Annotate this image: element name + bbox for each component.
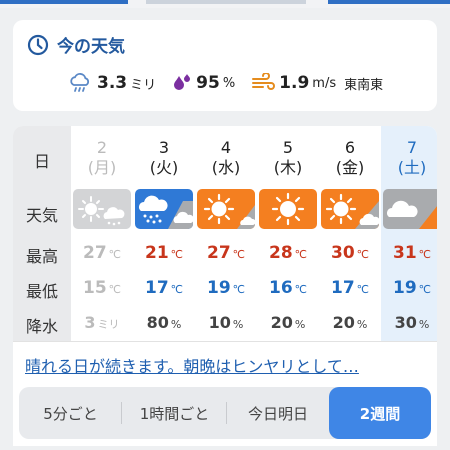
forecast-day-column[interactable]: 4 (水) 27 ℃ 19 ℃ 10%	[195, 126, 257, 341]
rain-then-cloud-icon	[135, 189, 193, 229]
sun-rain-icon	[73, 189, 131, 229]
low-temp: 16 ℃	[268, 278, 308, 298]
indicator-segment	[146, 0, 306, 4]
cloud-then-sun-icon	[383, 189, 437, 229]
humidity-value: 95	[196, 73, 220, 93]
indicator-segment	[0, 0, 128, 4]
day-weekday: (月)	[87, 158, 117, 177]
low-temp: 19 ℃	[206, 278, 246, 298]
forecast-day-column[interactable]: 5 (木) 28 ℃ 16 ℃ 20%	[257, 126, 319, 341]
rain-chance: 80%	[146, 313, 182, 332]
sun-icon	[259, 189, 317, 229]
sun-then-cloud-icon	[321, 189, 379, 229]
forecast-day-column[interactable]: 7 (土) 31 ℃ 19 ℃ 30%	[381, 126, 437, 341]
current-weather-title: 今の天気	[27, 32, 125, 57]
forecast-day-column[interactable]: 2 (月) 27 ℃ 15 ℃ 3 ミリ	[71, 126, 133, 341]
tab-today-tomorrow[interactable]: 今日明日	[227, 387, 329, 439]
precip-unit: ミリ	[130, 77, 157, 93]
current-weather-card[interactable]: 今の天気 3.3 ミリ 95 % 1.9 m/s 東南東	[13, 20, 437, 111]
high-temp: 21 ℃	[144, 243, 184, 263]
divider	[13, 341, 437, 342]
high-temp: 27 ℃	[206, 243, 246, 263]
wind-speed-value: 1.9	[279, 73, 310, 93]
humidity-unit: %	[222, 75, 236, 91]
label-low: 最低	[25, 282, 58, 301]
forecast-day-column[interactable]: 6 (金) 30 ℃ 17 ℃ 20%	[319, 126, 381, 341]
day-weekday: (木)	[273, 158, 303, 177]
high-temp: 27 ℃	[82, 243, 122, 263]
current-title-label: 今の天気	[57, 37, 125, 57]
current-stats: 3.3 ミリ 95 % 1.9 m/s 東南東	[69, 72, 383, 94]
sun-then-cloud-icon	[197, 189, 255, 229]
tab-2weeks[interactable]: 2週間	[329, 387, 431, 439]
top-tab-indicator	[0, 0, 450, 8]
day-weekday: (土)	[397, 158, 427, 177]
forecast-range-tabs: 5分ごと 1時間ごと 今日明日 2週間	[19, 387, 431, 439]
forecast-row-labels: 日 天気 最高 最低 降水	[13, 126, 71, 341]
rain-amount: 3 ミリ	[84, 313, 120, 332]
rain-chance: 30%	[394, 313, 430, 332]
day-weekday: (火)	[149, 158, 179, 177]
label-high: 最高	[25, 247, 58, 266]
low-temp: 19 ℃	[392, 278, 432, 298]
label-rain: 降水	[25, 317, 58, 336]
high-temp: 31 ℃	[392, 243, 432, 263]
humidity-drops-icon	[174, 74, 191, 90]
rain-chance: 10%	[208, 313, 244, 332]
indicator-segment	[328, 0, 450, 4]
tab-hourly[interactable]: 1時間ごと	[122, 387, 227, 439]
low-temp: 15 ℃	[82, 278, 122, 298]
day-weekday: (金)	[335, 158, 365, 177]
rain-cloud-icon	[70, 73, 90, 92]
forecast-day-column[interactable]: 3 (火) 21 ℃ 17 ℃ 80%	[133, 126, 195, 341]
day-weekday: (水)	[211, 158, 241, 177]
label-day: 日	[33, 152, 50, 171]
low-temp: 17 ℃	[330, 278, 370, 298]
label-weather: 天気	[25, 206, 58, 225]
clock-icon	[27, 34, 49, 55]
wind-speed-unit: m/s	[312, 75, 337, 91]
rain-chance: 20%	[270, 313, 306, 332]
wind-direction: 東南東	[344, 77, 384, 93]
forecast-summary-link[interactable]: 晴れる日が続きます。朝晩はヒンヤリとして…	[25, 353, 425, 377]
tab-5min[interactable]: 5分ごと	[19, 387, 122, 439]
high-temp: 28 ℃	[268, 243, 308, 263]
low-temp: 17 ℃	[144, 278, 184, 298]
rain-chance: 20%	[332, 313, 368, 332]
precip-value: 3.3	[97, 73, 128, 93]
high-temp: 30 ℃	[330, 243, 370, 263]
wind-icon	[252, 73, 276, 90]
